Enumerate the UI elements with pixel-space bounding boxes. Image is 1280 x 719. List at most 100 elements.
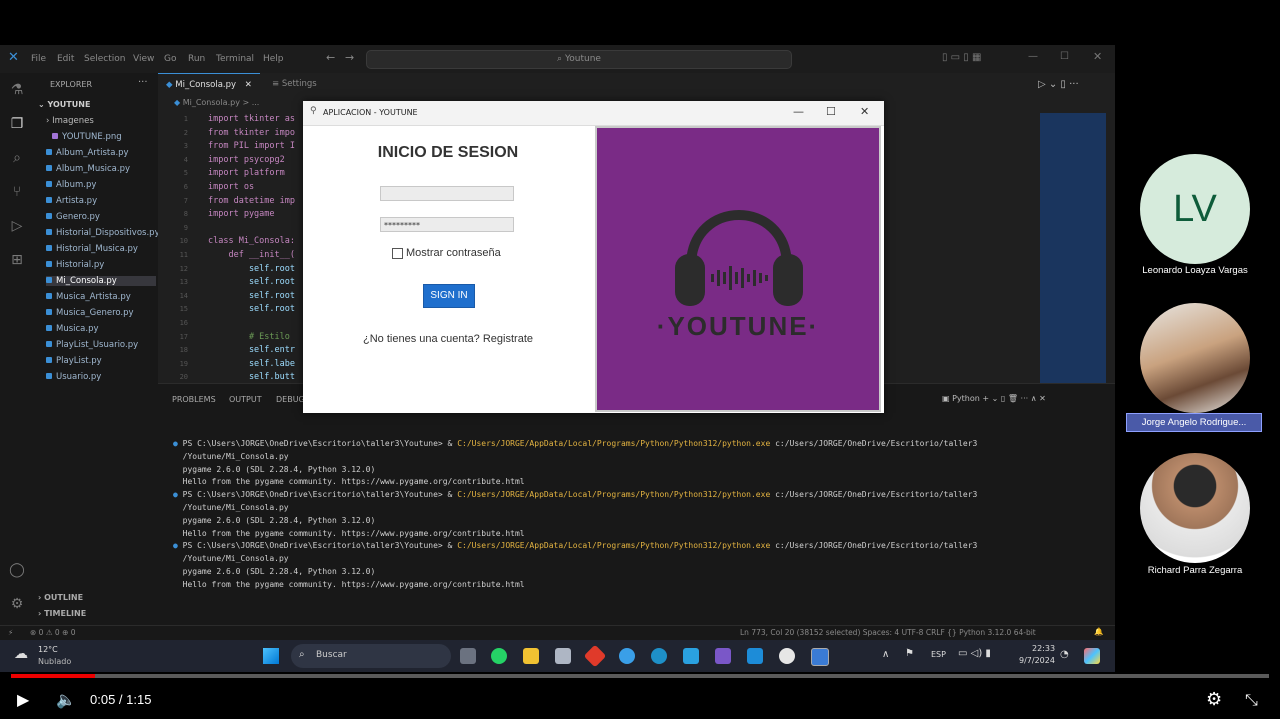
forward-arrow-icon[interactable]: → bbox=[345, 51, 354, 64]
settings-gear-icon[interactable]: ⚙ bbox=[8, 595, 26, 613]
clock-date[interactable]: 9/7/2024 bbox=[1019, 656, 1055, 665]
file-type-icon bbox=[46, 293, 52, 299]
code-line: from tkinter impo bbox=[208, 127, 295, 138]
menu-selection[interactable]: Selection bbox=[84, 54, 125, 64]
app-maximize-icon[interactable]: ☐ bbox=[826, 105, 836, 118]
remote-icon[interactable]: ⚡ bbox=[8, 628, 13, 637]
app-red-icon[interactable] bbox=[583, 644, 607, 668]
file-item[interactable]: YOUTUNE.png bbox=[52, 132, 122, 142]
video-progress-bar[interactable] bbox=[11, 674, 1269, 678]
copilot-icon[interactable] bbox=[1084, 648, 1100, 664]
panel-tab-output[interactable]: OUTPUT bbox=[229, 395, 262, 404]
line-number: 11 bbox=[179, 251, 188, 259]
command-search-input[interactable]: ⌕ Youtune bbox=[366, 50, 792, 69]
terminal-args: c:/Users/JORGE/OneDrive/Escritorio/talle… bbox=[770, 490, 978, 500]
close-icon[interactable]: ✕ bbox=[1093, 50, 1102, 63]
taskbar-search[interactable]: ⌕ Buscar bbox=[291, 644, 451, 668]
source-control-icon[interactable]: ⑂ bbox=[8, 183, 26, 201]
search-icon[interactable]: ⌕ bbox=[8, 149, 26, 167]
project-folder[interactable]: ⌄ YOUTUNE bbox=[38, 100, 90, 109]
file-item[interactable]: Mi_Consola.py bbox=[46, 276, 156, 286]
file-item[interactable]: Album.py bbox=[46, 180, 96, 190]
menu-file[interactable]: File bbox=[31, 54, 46, 64]
terminal-profile[interactable]: ▣ Python + ⌄ ▯ 🗑 ··· ∧ ✕ bbox=[942, 394, 1046, 403]
file-item[interactable]: Musica_Genero.py bbox=[46, 308, 134, 318]
code-line: from datetime imp bbox=[208, 195, 295, 206]
tray-app-icon[interactable]: ⚑ bbox=[905, 648, 914, 659]
menu-run[interactable]: Run bbox=[188, 54, 205, 64]
task-view-icon[interactable] bbox=[460, 648, 476, 664]
minimap[interactable] bbox=[1040, 113, 1106, 383]
more-actions-icon[interactable]: ··· bbox=[138, 77, 148, 88]
menu-help[interactable]: Help bbox=[263, 54, 284, 64]
clock-time[interactable]: 22:33 bbox=[1032, 644, 1055, 653]
maximize-icon[interactable]: ☐ bbox=[1060, 51, 1069, 62]
file-type-icon bbox=[46, 229, 52, 235]
menu-terminal[interactable]: Terminal bbox=[216, 54, 254, 64]
run-file-icon[interactable]: ▷ ⌄ ▯ ··· bbox=[1038, 79, 1079, 90]
breadcrumb[interactable]: ◆ Mi_Consola.py > ... bbox=[174, 98, 259, 107]
notification-icon[interactable]: ◔ bbox=[1060, 649, 1069, 660]
menu-edit[interactable]: Edit bbox=[57, 54, 74, 64]
file-item[interactable]: Historial_Musica.py bbox=[46, 244, 138, 254]
vscode-taskbar-icon[interactable] bbox=[747, 648, 763, 664]
file-item[interactable]: PlayList_Usuario.py bbox=[46, 340, 138, 350]
language-indicator[interactable]: ESP bbox=[931, 650, 946, 659]
file-item[interactable]: Album_Musica.py bbox=[46, 164, 130, 174]
minimize-icon[interactable]: — bbox=[1028, 51, 1038, 62]
file-item[interactable]: Historial_Dispositivos.py bbox=[46, 228, 160, 238]
phone-link-icon[interactable] bbox=[683, 648, 699, 664]
password-input[interactable]: ********* bbox=[380, 217, 514, 232]
file-item[interactable]: Historial.py bbox=[46, 260, 104, 270]
menu-view[interactable]: View bbox=[133, 54, 154, 64]
flask-icon[interactable]: ⚗ bbox=[8, 81, 26, 99]
editor-status[interactable]: Ln 773, Col 20 (38152 selected) Spaces: … bbox=[740, 628, 1036, 637]
app-white-icon[interactable] bbox=[779, 648, 795, 664]
sign-in-button[interactable]: SIGN IN bbox=[423, 284, 475, 308]
chrome-like-icon[interactable] bbox=[619, 648, 635, 664]
layout-icons[interactable]: ▯ ▭ ▯ ▦ bbox=[942, 52, 981, 63]
file-item[interactable]: Musica.py bbox=[46, 324, 99, 334]
file-item[interactable]: Album_Artista.py bbox=[46, 148, 129, 158]
outline-section[interactable]: › OUTLINE bbox=[38, 593, 83, 602]
tab-mi-consola[interactable]: ◆ Mi_Consola.py ✕ bbox=[158, 73, 260, 96]
volume-icon[interactable]: 🔈 bbox=[56, 690, 76, 709]
tab-settings[interactable]: ≡ Settings bbox=[264, 73, 325, 95]
store-icon[interactable] bbox=[555, 648, 571, 664]
extensions-icon[interactable]: ⊞ bbox=[8, 251, 26, 269]
file-item[interactable]: Usuario.py bbox=[46, 372, 101, 382]
username-input[interactable] bbox=[380, 186, 514, 201]
teams-like-icon[interactable] bbox=[715, 648, 731, 664]
show-password-checkbox[interactable] bbox=[392, 248, 403, 259]
timeline-section[interactable]: › TIMELINE bbox=[38, 609, 86, 618]
whatsapp-icon[interactable] bbox=[491, 648, 507, 664]
weather-cloud-icon[interactable]: ☁ bbox=[14, 646, 28, 662]
windows-start-icon[interactable] bbox=[263, 648, 279, 664]
python-app-icon[interactable] bbox=[811, 648, 829, 666]
app-minimize-icon[interactable]: — bbox=[793, 105, 804, 118]
tray-chevron-icon[interactable]: ∧ bbox=[882, 649, 889, 660]
file-item[interactable]: Musica_Artista.py bbox=[46, 292, 131, 302]
folder-imagenes[interactable]: › Imagenes bbox=[46, 116, 94, 126]
exit-fullscreen-icon[interactable]: ⤡ bbox=[1245, 690, 1258, 710]
account-icon[interactable]: ◯ bbox=[8, 561, 26, 579]
file-item[interactable]: PlayList.py bbox=[46, 356, 102, 366]
panel-tab-debug[interactable]: DEBUG bbox=[276, 395, 305, 404]
file-item[interactable]: Artista.py bbox=[46, 196, 97, 206]
settings-icon[interactable]: ⚙ bbox=[1206, 689, 1222, 710]
file-explorer-icon[interactable] bbox=[523, 648, 539, 664]
register-link[interactable]: ¿No tienes una cuenta? Registrate bbox=[304, 333, 592, 345]
menu-go[interactable]: Go bbox=[164, 54, 176, 64]
play-icon[interactable]: ▶ bbox=[17, 690, 29, 709]
file-item[interactable]: Genero.py bbox=[46, 212, 100, 222]
explorer-icon[interactable]: ❐ bbox=[8, 115, 26, 133]
panel-tab-problems[interactable]: PROBLEMS bbox=[172, 395, 216, 404]
notifications-bell-icon[interactable]: 🔔 bbox=[1094, 627, 1103, 636]
problems-status[interactable]: ⊗ 0 ⚠ 0 ⊕ 0 bbox=[30, 628, 76, 637]
network-volume-icons[interactable]: ▭ ◁) ▮ bbox=[958, 648, 991, 659]
back-arrow-icon[interactable]: ← bbox=[326, 51, 335, 64]
run-debug-icon[interactable]: ▷ bbox=[8, 217, 26, 235]
app-close-icon[interactable]: ✕ bbox=[860, 105, 869, 118]
tab-close-icon[interactable]: ✕ bbox=[245, 80, 252, 90]
edge-icon[interactable] bbox=[651, 648, 667, 664]
